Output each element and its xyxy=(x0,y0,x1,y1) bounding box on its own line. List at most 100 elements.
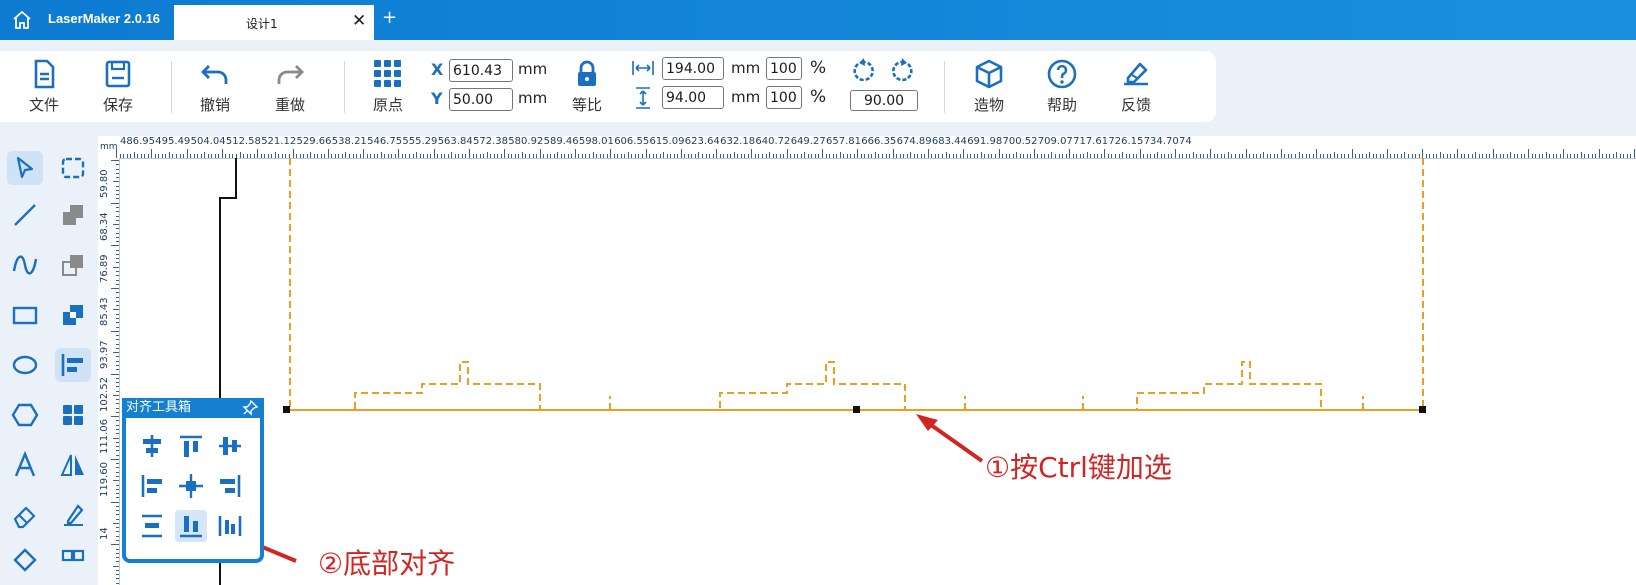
align-tool[interactable] xyxy=(55,348,91,382)
rotation-field[interactable]: 90.00 xyxy=(850,90,918,111)
help-icon xyxy=(1047,59,1077,89)
distribute-vertical-button[interactable] xyxy=(136,510,168,542)
main-toolbar: 文件 保存 撤销 重做 原点 X 610.43 mm Y 50.00 mm 等比… xyxy=(0,51,1216,122)
feedback-label: 反馈 xyxy=(1120,96,1151,114)
ruler-tick xyxy=(1457,149,1459,158)
ruler-tick xyxy=(116,390,119,392)
eraser-tool[interactable] xyxy=(7,498,43,532)
height-field[interactable]: 94.00 xyxy=(662,86,724,109)
array-tool[interactable] xyxy=(55,398,91,432)
align-bottom-button[interactable] xyxy=(175,510,207,542)
align-left-button[interactable] xyxy=(136,470,168,502)
select-tool[interactable] xyxy=(7,151,43,185)
boolean-subtract-tool[interactable] xyxy=(55,248,91,282)
ruler-tick xyxy=(116,407,119,409)
y-position-field[interactable]: 50.00 xyxy=(449,88,513,111)
undo-button[interactable]: 撤销 xyxy=(185,58,245,115)
width-percent-field[interactable]: 100 xyxy=(766,57,802,80)
align-center-button[interactable] xyxy=(175,470,207,502)
boolean-union-tool[interactable] xyxy=(55,198,91,232)
rotate-cw-icon[interactable] xyxy=(888,57,916,89)
redo-label: 重做 xyxy=(274,96,305,114)
align-top-button[interactable] xyxy=(175,430,207,462)
ruler-tick xyxy=(116,475,119,477)
width-field[interactable]: 194.00 xyxy=(662,57,724,80)
selection-handle-center[interactable] xyxy=(853,406,860,413)
feedback-button[interactable]: 反馈 xyxy=(1106,58,1166,115)
ruler-tick xyxy=(116,369,119,371)
distribute-horizontal-button[interactable] xyxy=(214,510,246,542)
ruler-tick xyxy=(116,262,119,264)
curve-tool[interactable] xyxy=(7,248,43,282)
ruler-tick xyxy=(116,185,119,187)
file-button[interactable]: 文件 xyxy=(14,58,74,115)
selection-handle-right[interactable] xyxy=(1419,406,1426,413)
ruler-tick xyxy=(1104,149,1106,158)
ruler-label: 589.46 xyxy=(543,136,579,147)
align-horizontal-center-button[interactable] xyxy=(136,430,168,462)
polygon-tool[interactable] xyxy=(7,398,43,432)
distribute-horizontal-icon xyxy=(218,516,242,536)
align-right-button[interactable] xyxy=(214,470,246,502)
line-tool[interactable] xyxy=(7,198,43,232)
height-percent-field[interactable]: 100 xyxy=(766,86,802,109)
width-unit: mm xyxy=(731,59,761,77)
ruler-tick xyxy=(116,548,119,550)
arrow-annotation-1 xyxy=(916,414,984,463)
ruler-tick xyxy=(116,377,119,379)
tab-design1[interactable]: 设计1 ✕ xyxy=(174,5,374,40)
text-tool[interactable] xyxy=(7,448,43,482)
toolbar-divider xyxy=(944,61,945,113)
ruler-tick xyxy=(116,236,119,238)
ruler-tick xyxy=(111,501,119,503)
line-icon xyxy=(14,204,36,226)
ruler-tick xyxy=(327,149,329,158)
more-tool-2[interactable] xyxy=(55,546,91,576)
more-tool-1[interactable] xyxy=(7,546,43,576)
lock-icon xyxy=(578,60,596,86)
new-tab-button[interactable]: + xyxy=(382,8,397,28)
proportional-lock-button[interactable]: 等比 xyxy=(557,58,617,115)
ruler-tick xyxy=(1598,149,1600,158)
signature-tool[interactable] xyxy=(55,498,91,532)
home-icon[interactable] xyxy=(10,8,34,32)
redo-button[interactable]: 重做 xyxy=(260,58,320,115)
ruler-tick xyxy=(111,202,119,204)
rotate-ccw-icon[interactable] xyxy=(850,57,878,89)
ruler-label: 538.21 xyxy=(331,136,367,147)
pen-sign-icon xyxy=(64,504,84,526)
ruler-label: 632.18 xyxy=(720,136,756,147)
ruler-tick xyxy=(116,488,119,490)
distribute-vertical-icon xyxy=(142,514,162,538)
selected-shape-group[interactable] xyxy=(289,158,1424,411)
title-bar: LaserMaker 2.0.16 设计1 ✕ + xyxy=(0,0,1636,40)
save-button[interactable]: 保存 xyxy=(88,58,148,115)
ruler-label: 14 xyxy=(99,526,110,540)
build-button[interactable]: 造物 xyxy=(959,58,1019,115)
align-center-icon xyxy=(179,474,203,498)
rectangle-tool[interactable] xyxy=(7,298,43,332)
ellipse-tool[interactable] xyxy=(7,348,43,382)
selection-handle-left[interactable] xyxy=(283,406,290,413)
tab-close-button[interactable]: ✕ xyxy=(352,11,366,31)
ruler-tick xyxy=(116,582,119,584)
mirror-tool[interactable] xyxy=(55,448,91,482)
help-button[interactable]: 帮助 xyxy=(1032,58,1092,115)
x-position-field[interactable]: 610.43 xyxy=(449,59,513,82)
ruler-label: 521.12 xyxy=(261,136,297,147)
boolean-intersect-tool[interactable] xyxy=(55,298,91,332)
pin-icon[interactable] xyxy=(242,399,259,420)
cube-icon xyxy=(975,59,1003,89)
ruler-tick xyxy=(113,309,119,311)
ruler-tick xyxy=(116,253,119,255)
ruler-tick xyxy=(111,544,119,546)
align-vertical-center-button[interactable] xyxy=(214,430,246,462)
node-edit-tool[interactable] xyxy=(55,151,91,185)
ruler-tick xyxy=(116,228,119,230)
toolbar-divider xyxy=(171,61,172,113)
ruler-tick xyxy=(116,271,119,273)
ruler-tick xyxy=(111,160,119,161)
origin-button[interactable]: 原点 xyxy=(358,58,418,115)
ruler-tick xyxy=(116,450,119,452)
design-canvas[interactable] xyxy=(120,158,1636,585)
